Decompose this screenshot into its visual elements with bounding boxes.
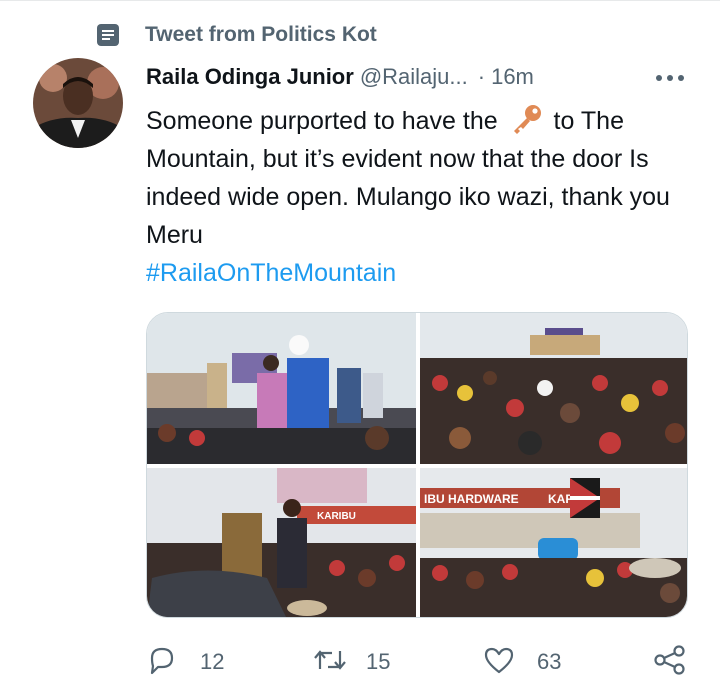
share-icon <box>653 644 687 681</box>
like-button[interactable]: 63 <box>483 640 561 684</box>
photo-3-sign-text: KARIBU <box>317 511 356 522</box>
tweet-header: Raila Odinga Junior @Railaju... · 16m <box>146 60 691 94</box>
rally-photo-1[interactable] <box>147 313 416 464</box>
share-button[interactable] <box>653 640 687 684</box>
reply-button[interactable]: 12 <box>146 640 224 684</box>
media-grid: KARIBU IBU HARDWARE KAR <box>146 312 688 618</box>
like-count: 63 <box>537 649 562 674</box>
retweet-button[interactable]: 15 <box>312 640 390 684</box>
separator-dot: · <box>477 64 486 89</box>
rally-photo-4[interactable]: IBU HARDWARE KAR <box>420 468 687 617</box>
timestamp[interactable]: 16m <box>491 64 534 90</box>
key-emoji-icon <box>509 103 543 135</box>
photo-4-sign-text: IBU HARDWARE <box>424 492 519 506</box>
author-name[interactable]: Raila Odinga Junior <box>146 64 354 90</box>
rally-photo-2[interactable] <box>420 313 687 464</box>
retweet-icon <box>312 645 348 680</box>
tweet-text-part-1: Someone purported to have the <box>146 107 498 135</box>
reply-icon <box>146 645 178 680</box>
tweet-text: Someone purported to have the to The Mou… <box>146 102 701 292</box>
avatar[interactable] <box>33 58 123 148</box>
reply-count: 12 <box>200 649 225 674</box>
heart-icon <box>483 645 515 680</box>
rally-photo-3[interactable]: KARIBU <box>147 468 416 617</box>
author-handle[interactable]: @Railaju... <box>360 64 468 90</box>
more-options-icon[interactable] <box>652 66 688 90</box>
retweet-count: 15 <box>366 649 391 674</box>
tweet-actions: 12 15 63 <box>146 640 691 684</box>
top-divider <box>0 0 720 1</box>
context-label: Tweet from Politics Kot <box>145 23 377 46</box>
hashtag-link[interactable]: #RailaOnTheMountain <box>146 259 396 287</box>
document-icon <box>95 22 121 48</box>
tweet-context[interactable]: Tweet from Politics Kot <box>95 20 377 50</box>
